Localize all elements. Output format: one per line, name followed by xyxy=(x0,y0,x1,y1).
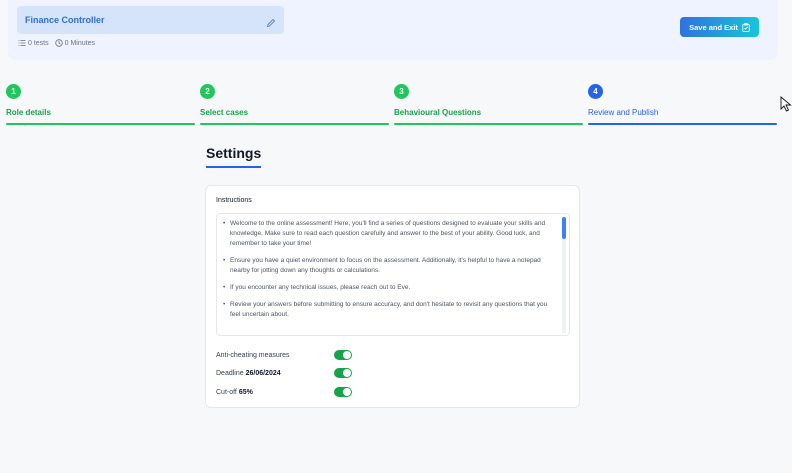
settings-heading: Settings xyxy=(206,145,262,161)
assessment-title: Finance Controller xyxy=(25,15,105,25)
duration-label: 0 Minutes xyxy=(64,39,95,47)
instructions-box[interactable]: Welcome to the online assessment! Here, … xyxy=(216,213,570,336)
assessment-header: Finance Controller 0 tests 0 Minutes Sav… xyxy=(8,0,778,60)
deadline-setting: Deadline 26/06/2024 xyxy=(216,367,352,379)
step-role-details[interactable]: 1 Role details xyxy=(6,84,195,126)
instruction-item: Review your answers before submitting to… xyxy=(223,300,557,320)
assessment-meta: 0 tests 0 Minutes xyxy=(18,39,95,47)
list-icon xyxy=(18,39,26,47)
tests-count: 0 tests xyxy=(18,39,49,47)
step-label: Review and Publish xyxy=(588,108,659,117)
deadline-label: Deadline xyxy=(216,369,244,377)
deadline-toggle[interactable] xyxy=(334,368,352,378)
step-label: Behavioural Questions xyxy=(394,108,482,117)
cutoff-setting: Cut-off 65% xyxy=(216,386,352,398)
settings-heading-underline xyxy=(206,166,261,168)
toggle-knob xyxy=(343,369,351,377)
settings-card: Instructions Welcome to the online asses… xyxy=(205,185,580,408)
step-review-and-publish[interactable]: 4 Review and Publish xyxy=(588,84,777,126)
step-progress-line xyxy=(200,123,389,125)
step-number: 2 xyxy=(200,84,215,99)
step-label: Role details xyxy=(6,108,51,117)
step-progress-line xyxy=(6,123,195,125)
deadline-text: Deadline 26/06/2024 xyxy=(216,370,324,377)
toggle-knob xyxy=(343,388,351,396)
instructions-scrollbar[interactable] xyxy=(562,217,566,333)
clipboard-icon xyxy=(742,22,750,32)
cutoff-text: Cut-off 65% xyxy=(216,389,324,396)
instruction-item: Ensure you have a quiet environment to f… xyxy=(223,256,557,276)
anti-cheating-label: Anti-cheating measures xyxy=(216,351,290,359)
instruction-item: If you encounter any technical issues, p… xyxy=(223,283,557,293)
cutoff-value: 65% xyxy=(238,388,253,396)
pencil-icon[interactable] xyxy=(266,15,276,28)
tests-count-label: 0 tests xyxy=(28,39,49,47)
step-label: Select cases xyxy=(200,108,249,117)
deadline-value: 26/06/2024 xyxy=(245,369,281,377)
scrollbar-thumb[interactable] xyxy=(562,217,566,239)
anti-cheating-setting: Anti-cheating measures xyxy=(216,349,352,361)
cutoff-label: Cut-off xyxy=(216,388,237,396)
save-and-exit-button[interactable]: Save and Exit xyxy=(680,17,759,37)
duration: 0 Minutes xyxy=(54,39,95,47)
step-number: 1 xyxy=(6,84,21,99)
step-behavioural-questions[interactable]: 3 Behavioural Questions xyxy=(394,84,583,126)
anti-cheating-toggle[interactable] xyxy=(334,350,352,360)
cutoff-toggle[interactable] xyxy=(334,387,352,397)
clock-icon xyxy=(54,39,63,47)
instructions-title: Instructions xyxy=(216,197,252,204)
instruction-item: Welcome to the online assessment! Here, … xyxy=(223,219,557,249)
step-number: 4 xyxy=(588,84,603,99)
toggle-knob xyxy=(343,351,351,359)
step-select-cases[interactable]: 2 Select cases xyxy=(200,84,389,126)
step-number: 3 xyxy=(394,84,409,99)
assessment-title-field[interactable]: Finance Controller xyxy=(17,6,284,34)
step-progress-line xyxy=(588,123,777,125)
step-progress-line xyxy=(394,123,583,125)
mouse-pointer-icon xyxy=(780,96,792,112)
instructions-list: Welcome to the online assessment! Here, … xyxy=(223,219,557,320)
save-and-exit-label: Save and Exit xyxy=(689,22,738,32)
